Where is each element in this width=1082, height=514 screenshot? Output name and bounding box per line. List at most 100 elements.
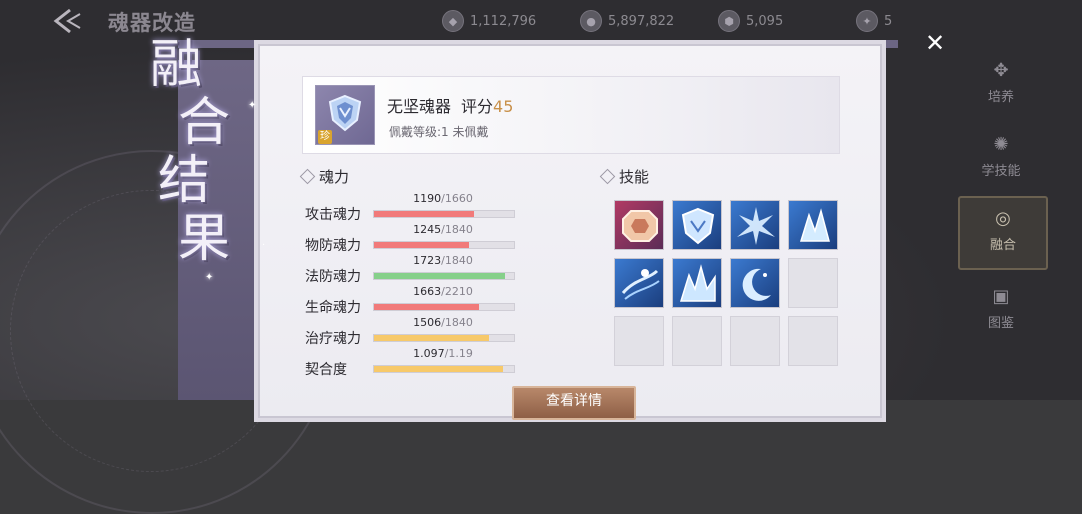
skill-slot[interactable] xyxy=(614,258,664,308)
empty-skill-slot[interactable] xyxy=(614,316,664,366)
side-tab-label: 培养 xyxy=(987,90,1014,105)
diamond-icon xyxy=(299,168,316,185)
resource-crystal: ◆ 1,112,796 xyxy=(442,10,536,32)
item-card: 珍 无坚魂器 评分45 佩戴等级:1 未佩戴 xyxy=(302,76,840,154)
empty-skill-slot[interactable] xyxy=(672,316,722,366)
stat-bar-fill xyxy=(374,335,489,341)
coin-icon: ● xyxy=(580,10,602,32)
cultivate-icon: ✥ xyxy=(993,60,1009,81)
stat-row: 契合度 1.097/1.19 xyxy=(305,347,525,379)
empty-skill-slot[interactable] xyxy=(788,316,838,366)
stat-bar xyxy=(373,303,515,311)
item-name-line: 无坚魂器 评分45 xyxy=(387,93,513,117)
stat-label: 生命魂力 xyxy=(305,300,361,316)
side-tab-fusion[interactable]: ◎ 融合 xyxy=(958,196,1048,270)
empty-skill-slot[interactable] xyxy=(788,258,838,308)
skill-slot[interactable] xyxy=(730,200,780,250)
page-title: 魂器改造 xyxy=(108,10,196,35)
soul-device-icon[interactable]: 珍 xyxy=(315,85,375,145)
stat-max: /1840 xyxy=(441,223,473,236)
skill-slot[interactable] xyxy=(672,200,722,250)
stat-bar-fill xyxy=(374,273,506,279)
stat-max: /1660 xyxy=(441,192,473,205)
resource-token: ✦ 5 xyxy=(856,10,892,32)
stat-value-text: 1245/1840 xyxy=(373,223,513,236)
skill-slot[interactable] xyxy=(672,258,722,308)
stat-bar-fill xyxy=(374,304,480,310)
stat-label: 攻击魂力 xyxy=(305,207,361,223)
skills-section-title: 技能 xyxy=(599,166,649,187)
stat-row: 攻击魂力 1190/1660 xyxy=(305,192,525,224)
sparkle-icon: · xyxy=(262,240,266,251)
stat-value: 1.097 xyxy=(413,347,445,360)
side-tab-cultivate[interactable]: ✥ 培养 xyxy=(958,50,1044,114)
resource-value: 5,897,822 xyxy=(608,13,675,29)
stat-value: 1663 xyxy=(413,285,442,298)
stat-value-text: 1506/1840 xyxy=(373,316,513,329)
resource-value: 5,095 xyxy=(746,13,784,29)
side-tab-gallery[interactable]: ▣ 图鉴 xyxy=(958,276,1044,340)
skill-slot[interactable] xyxy=(614,200,664,250)
octagon-gem-skill-icon xyxy=(622,210,658,242)
skill-slot[interactable] xyxy=(788,200,838,250)
title-char: 果 xyxy=(178,209,231,269)
diamond-icon xyxy=(599,168,616,185)
empty-skill-slot[interactable] xyxy=(730,316,780,366)
stat-max: /1840 xyxy=(441,254,473,267)
stat-max: /1840 xyxy=(441,316,473,329)
side-tab-learn-skill[interactable]: ✺ 学技能 xyxy=(958,124,1044,188)
stat-max: /2210 xyxy=(441,285,473,298)
stat-label: 法防魂力 xyxy=(305,269,361,285)
stat-value: 1506 xyxy=(413,316,442,329)
title-char: 结 xyxy=(158,151,211,211)
stat-bar xyxy=(373,210,515,218)
back-arrow-icon xyxy=(53,8,81,34)
learn-skill-icon: ✺ xyxy=(993,134,1009,155)
stat-row: 法防魂力 1723/1840 xyxy=(305,254,525,286)
rarity-badge: 珍 xyxy=(318,130,332,144)
view-details-button[interactable]: 查看详情 xyxy=(512,386,636,420)
item-subtitle: 佩戴等级:1 未佩戴 xyxy=(389,125,489,139)
stat-bar-fill xyxy=(374,242,469,248)
back-button[interactable] xyxy=(50,6,90,36)
stat-row: 物防魂力 1245/1840 xyxy=(305,223,525,255)
stat-label: 治疗魂力 xyxy=(305,331,361,347)
stat-bar xyxy=(373,365,515,373)
stat-bar xyxy=(373,272,515,280)
shield-emblem-icon xyxy=(328,94,362,132)
shield-skill-icon xyxy=(681,207,715,245)
resource-shield-gem: ⬢ 5,095 xyxy=(718,10,783,32)
shield-gem-icon: ⬢ xyxy=(718,10,740,32)
sparkle-icon: ✦ xyxy=(248,100,257,111)
title-char: 合 xyxy=(178,93,231,153)
stats-section-title: 魂力 xyxy=(299,166,350,187)
side-tab-label: 融合 xyxy=(989,238,1016,253)
stat-max: /1.19 xyxy=(444,347,473,360)
resource-value: 5 xyxy=(884,13,893,29)
close-button[interactable]: ✕ xyxy=(922,30,948,56)
resource-coin: ● 5,897,822 xyxy=(580,10,674,32)
stat-value: 1190 xyxy=(413,192,442,205)
whirlwind-skill-icon xyxy=(621,269,660,300)
fusion-result-title: 融 合 结 果 xyxy=(150,36,250,268)
stats-title-text: 魂力 xyxy=(319,168,350,186)
score-label: 评分 xyxy=(461,97,494,116)
stat-bar xyxy=(373,241,515,249)
stat-row: 生命魂力 1663/2210 xyxy=(305,285,525,317)
fusion-icon: ◎ xyxy=(995,208,1011,229)
resource-value: 1,112,796 xyxy=(470,13,537,29)
stat-label: 契合度 xyxy=(305,362,347,378)
stat-value-text: 1723/1840 xyxy=(373,254,513,267)
crystal-icon: ◆ xyxy=(442,10,464,32)
skill-slot[interactable] xyxy=(730,258,780,308)
close-icon: ✕ xyxy=(924,29,946,57)
stat-bar-fill xyxy=(374,366,504,372)
item-name: 无坚魂器 xyxy=(387,97,452,116)
stat-label: 物防魂力 xyxy=(305,238,361,254)
stat-value-text: 1190/1660 xyxy=(373,192,513,205)
stat-value: 1723 xyxy=(413,254,442,267)
token-icon: ✦ xyxy=(856,10,878,32)
score-value: 45 xyxy=(493,97,514,116)
side-tab-label: 图鉴 xyxy=(987,316,1014,331)
stat-value-text: 1663/2210 xyxy=(373,285,513,298)
